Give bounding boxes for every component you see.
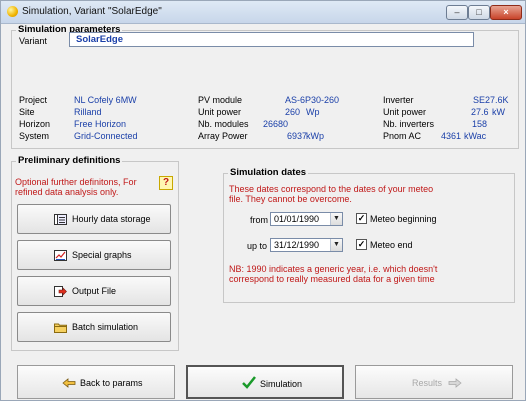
- project-value: NL Cofely 6MW: [74, 95, 137, 105]
- from-date-select[interactable]: 01/01/1990 ▼: [270, 212, 343, 226]
- output-file-label: Output File: [72, 286, 117, 296]
- module-unit-power-unit: Wp: [306, 107, 320, 117]
- upto-label: up to: [247, 241, 268, 251]
- from-date-value: 01/01/1990: [274, 214, 320, 224]
- hourly-data-storage-button[interactable]: Hourly data storage: [17, 204, 171, 234]
- pv-module-label: PV module: [198, 95, 243, 105]
- inverter-label: Inverter: [383, 95, 414, 105]
- inverter-unit-power-label: Unit power: [383, 107, 427, 117]
- chevron-down-icon: ▼: [330, 213, 342, 225]
- preliminary-definitions-legend: Preliminary definitions: [16, 155, 123, 166]
- close-icon: ×: [503, 7, 509, 17]
- nb-inverters-value: 158: [472, 119, 488, 129]
- from-label: from: [250, 215, 268, 225]
- maximize-button[interactable]: □: [468, 5, 490, 20]
- module-unit-power-label: Unit power: [198, 107, 242, 117]
- nb-modules-label: Nb. modules: [198, 119, 249, 129]
- nb-note-line2: correspond to really measured data for a…: [229, 274, 435, 284]
- meteo-end-checkbox[interactable]: ✓: [356, 239, 367, 250]
- help-button[interactable]: ?: [159, 176, 173, 190]
- simulation-label: Simulation: [260, 379, 303, 389]
- array-power-value: 6937: [287, 131, 308, 141]
- title-bar: Simulation, Variant "SolarEdge" – □ ×: [1, 1, 525, 24]
- hourly-data-storage-label: Hourly data storage: [72, 214, 151, 224]
- minimize-icon: –: [454, 7, 460, 17]
- prelim-note-line1: Optional further definitons, For: [15, 177, 137, 187]
- inverter-unit-power-unit: kW: [492, 107, 505, 117]
- module-unit-power-value: 260: [285, 107, 301, 117]
- maximize-icon: □: [476, 7, 482, 17]
- pv-module-value: AS-6P30-260: [285, 95, 340, 105]
- special-graphs-label: Special graphs: [72, 250, 132, 260]
- pnom-ac-label: Pnom AC: [383, 131, 422, 141]
- graph-icon: [54, 250, 67, 261]
- upto-date-value: 31/12/1990: [274, 240, 320, 250]
- dates-note-line1: These dates correspond to the dates of y…: [229, 184, 434, 194]
- pnom-ac-value: 4361: [441, 131, 462, 141]
- array-power-label: Array Power: [198, 131, 248, 141]
- batch-simulation-button[interactable]: Batch simulation: [17, 312, 171, 342]
- array-power-unit: kWp: [306, 131, 324, 141]
- horizon-value: Free Horizon: [74, 119, 127, 129]
- site-label: Site: [19, 107, 35, 117]
- meteo-end-label: Meteo end: [370, 240, 413, 250]
- system-value: Grid-Connected: [74, 131, 138, 141]
- meteo-beginning-label: Meteo beginning: [370, 214, 437, 224]
- chevron-down-icon: ▼: [330, 239, 342, 251]
- back-to-params-button[interactable]: Back to params: [17, 365, 175, 399]
- back-arrow-icon: [62, 378, 76, 388]
- close-button[interactable]: ×: [490, 5, 522, 20]
- project-label: Project: [19, 95, 48, 105]
- data-storage-icon: [54, 214, 67, 225]
- checkmark-icon: [242, 376, 256, 389]
- output-file-icon: [54, 286, 67, 297]
- pnom-ac-unit: kWac: [464, 131, 487, 141]
- batch-simulation-label: Batch simulation: [72, 322, 139, 332]
- prelim-note-line2: refined data analysis only.: [15, 187, 119, 197]
- horizon-label: Horizon: [19, 119, 51, 129]
- app-sun-icon: [7, 6, 18, 17]
- simulation-button[interactable]: Simulation: [186, 365, 344, 399]
- output-file-button[interactable]: Output File: [17, 276, 171, 306]
- batch-folder-icon: [54, 323, 67, 333]
- system-label: System: [19, 131, 50, 141]
- window-title: Simulation, Variant "SolarEdge": [22, 6, 162, 17]
- simulation-window: Simulation, Variant "SolarEdge" – □ × Si…: [0, 0, 526, 401]
- nb-modules-value: 26680: [263, 119, 289, 129]
- results-label: Results: [412, 378, 443, 388]
- dates-note-line2: file. They cannot be overcome.: [229, 194, 352, 204]
- nb-inverters-label: Nb. inverters: [383, 119, 435, 129]
- variant-label: Variant: [19, 36, 47, 46]
- upto-date-select[interactable]: 31/12/1990 ▼: [270, 238, 343, 252]
- nb-note-line1: NB: 1990 indicates a generic year, i.e. …: [229, 264, 438, 274]
- simulation-dates-legend: Simulation dates: [228, 167, 309, 178]
- forward-arrow-icon: [448, 378, 462, 388]
- variant-field[interactable]: SolarEdge: [69, 32, 474, 47]
- special-graphs-button[interactable]: Special graphs: [17, 240, 171, 270]
- inverter-value: SE27.6K: [473, 95, 509, 105]
- site-value: Rilland: [74, 107, 102, 117]
- results-button[interactable]: Results: [355, 365, 513, 399]
- minimize-button[interactable]: –: [446, 5, 468, 20]
- back-to-params-label: Back to params: [80, 378, 143, 388]
- meteo-beginning-checkbox[interactable]: ✓: [356, 213, 367, 224]
- inverter-unit-power-value: 27.6: [471, 107, 489, 117]
